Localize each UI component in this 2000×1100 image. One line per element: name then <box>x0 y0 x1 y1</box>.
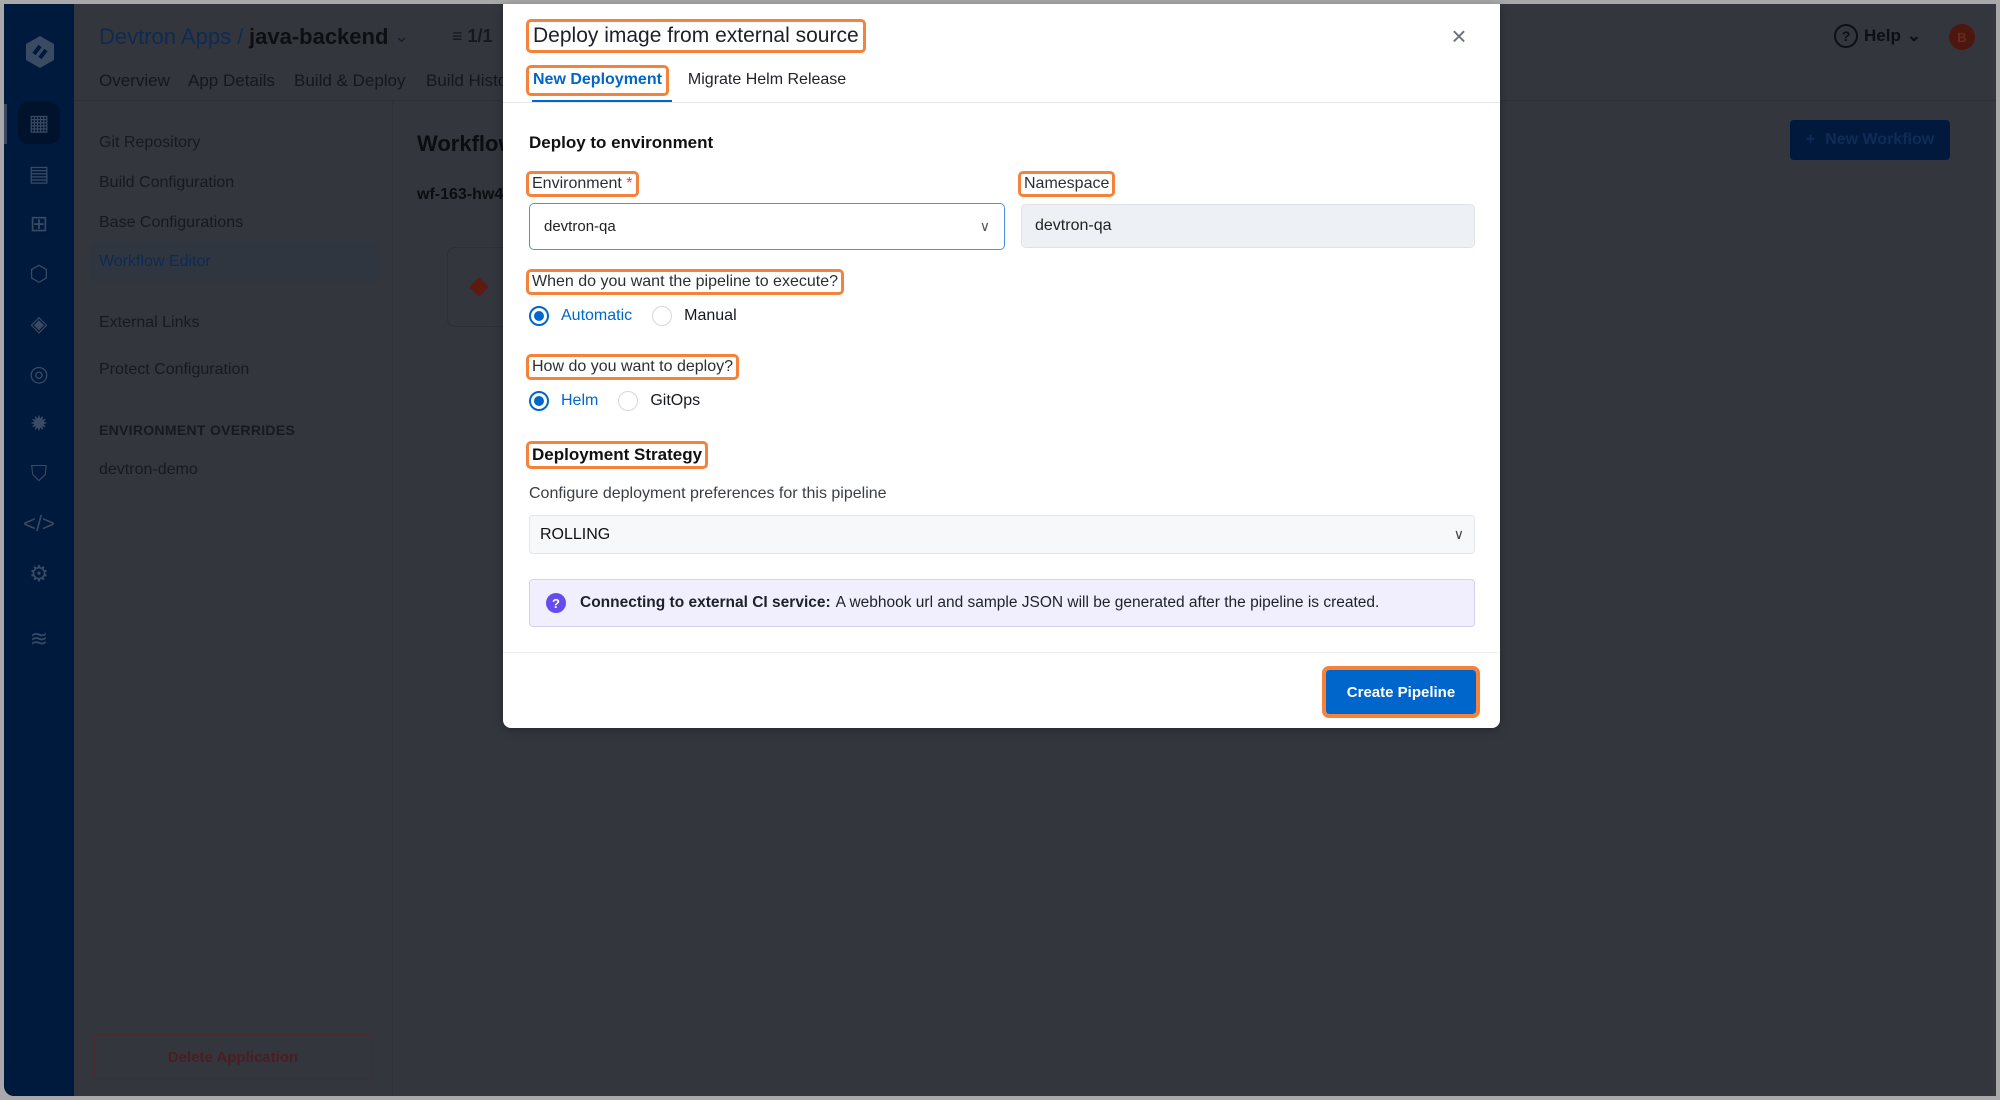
delete-application-button[interactable]: Delete Application <box>94 1034 372 1080</box>
deployment-strategy-heading: Deployment Strategy <box>525 441 709 469</box>
chevron-down-icon: ⌄ <box>1906 26 1922 45</box>
new-workflow-label: New Workflow <box>1825 131 1935 148</box>
trigger-radio-group: Automatic Manual <box>529 306 757 326</box>
tab-app-details[interactable]: App Details <box>188 71 275 91</box>
chevron-down-icon: ∨ <box>1453 526 1464 542</box>
modal-tabs: New Deployment Migrate Helm Release <box>526 65 850 96</box>
layers-icon[interactable]: ≋ <box>24 624 54 654</box>
breadcrumb-parent[interactable]: Devtron Apps / <box>99 24 243 50</box>
environment-value: devtron-qa <box>544 218 616 235</box>
cube-icon[interactable]: ◈ <box>24 309 54 339</box>
sidebar-item-build-configuration[interactable]: Build Configuration <box>99 174 234 192</box>
sidebar-item-workflow-editor[interactable]: Workflow Editor <box>99 253 211 271</box>
question-icon: ? <box>546 593 566 613</box>
deploy-to-environment-heading: Deploy to environment <box>529 133 714 152</box>
radio-automatic-label[interactable]: Automatic <box>561 307 632 325</box>
new-workflow-button[interactable]: + New Workflow <box>1790 120 1950 160</box>
nav-rail: ▦ ▤ ⊞ ⬡ ◈ ◎ ✹ ⛉ </> ⚙ ≋ <box>4 4 74 1096</box>
radio-manual-label[interactable]: Manual <box>684 307 736 325</box>
tab-new-deployment[interactable]: New Deployment <box>526 65 669 96</box>
filter-icon: ≡ <box>452 26 468 46</box>
tab-overview[interactable]: Overview <box>99 71 170 91</box>
resource-browser-icon[interactable]: ⬡ <box>24 259 54 289</box>
panel-divider <box>392 101 393 1096</box>
modal-title: Deploy image from external source <box>526 19 866 53</box>
tab-build-deploy[interactable]: Build & Deploy <box>294 71 406 91</box>
radio-manual[interactable] <box>652 306 673 326</box>
close-icon[interactable]: × <box>1447 23 1471 49</box>
apps-grid-icon[interactable]: ▦ <box>18 102 60 144</box>
create-pipeline-button[interactable]: Create Pipeline <box>1322 666 1480 718</box>
deploy-external-source-modal: Deploy image from external source × New … <box>503 4 1500 728</box>
deploy-method-question: How do you want to deploy? <box>525 354 740 380</box>
help-label: Help <box>1864 26 1901 45</box>
deploy-method-radio-group: Helm GitOps <box>529 391 720 411</box>
env-overrides-heading: ENVIRONMENT OVERRIDES <box>99 422 296 438</box>
strategy-value: ROLLING <box>540 525 611 543</box>
radio-automatic[interactable] <box>529 306 549 326</box>
deployment-strategy-select[interactable]: ROLLING ∨ <box>529 515 1475 554</box>
settings-icon[interactable]: ⚙ <box>24 559 54 589</box>
tab-migrate-helm-release[interactable]: Migrate Helm Release <box>684 68 850 93</box>
avatar[interactable]: B <box>1949 24 1975 50</box>
filter-count: 1/1 <box>467 26 493 46</box>
security-scan-icon[interactable]: ◎ <box>24 359 54 389</box>
namespace-value: devtron-qa <box>1035 217 1112 234</box>
deployment-strategy-subtitle: Configure deployment preferences for thi… <box>529 485 887 502</box>
breadcrumb-app-name[interactable]: java-backend <box>249 24 388 50</box>
plus-icon: + <box>1805 131 1816 148</box>
environment-label: Environment * <box>526 171 639 197</box>
shield-icon[interactable]: ⛉ <box>24 459 54 489</box>
radio-gitops-label[interactable]: GitOps <box>650 392 700 410</box>
environment-select[interactable]: devtron-qa ∨ <box>529 203 1005 250</box>
env-filter[interactable]: ≡ 1/1 <box>452 26 493 47</box>
chart-store-icon[interactable]: ▤ <box>24 159 54 189</box>
help-menu[interactable]: ? Help ⌄ <box>1834 24 1921 48</box>
footer-divider <box>503 652 1500 653</box>
bulk-edit-icon[interactable]: ✹ <box>24 409 54 439</box>
chevron-down-icon: ∨ <box>979 218 990 234</box>
sidebar-item-protect-configuration[interactable]: Protect Configuration <box>99 361 249 379</box>
active-rail-marker <box>4 104 7 144</box>
env-override-item[interactable]: devtron-demo <box>99 461 198 479</box>
radio-helm-label[interactable]: Helm <box>561 392 598 410</box>
sidebar-item-external-links[interactable]: External Links <box>99 314 200 332</box>
namespace-label: Namespace <box>1017 171 1116 197</box>
namespace-field: devtron-qa <box>1021 204 1475 248</box>
trigger-question: When do you want the pipeline to execute… <box>526 269 844 295</box>
app-switch-chevron-icon[interactable]: ⌄ <box>394 26 409 47</box>
sidebar-item-git-repository[interactable]: Git Repository <box>99 134 200 152</box>
info-text: A webhook url and sample JSON will be ge… <box>835 594 1380 611</box>
tab-divider <box>503 102 1500 103</box>
devtron-logo-icon[interactable] <box>22 34 58 70</box>
code-icon[interactable]: </> <box>23 509 55 539</box>
sidebar-item-base-configurations[interactable]: Base Configurations <box>99 214 243 232</box>
required-asterisk: * <box>626 175 633 192</box>
info-bold-text: Connecting to external CI service: <box>580 594 831 611</box>
application-groups-icon[interactable]: ⊞ <box>24 209 54 239</box>
radio-gitops[interactable] <box>618 391 639 411</box>
help-icon: ? <box>1834 24 1858 48</box>
workflow-name: wf-163-hw4 <box>417 186 504 203</box>
external-ci-info-bar: ? Connecting to external CI service: A w… <box>529 579 1475 627</box>
radio-helm[interactable] <box>529 391 549 411</box>
environment-label-text: Environment <box>532 175 622 192</box>
